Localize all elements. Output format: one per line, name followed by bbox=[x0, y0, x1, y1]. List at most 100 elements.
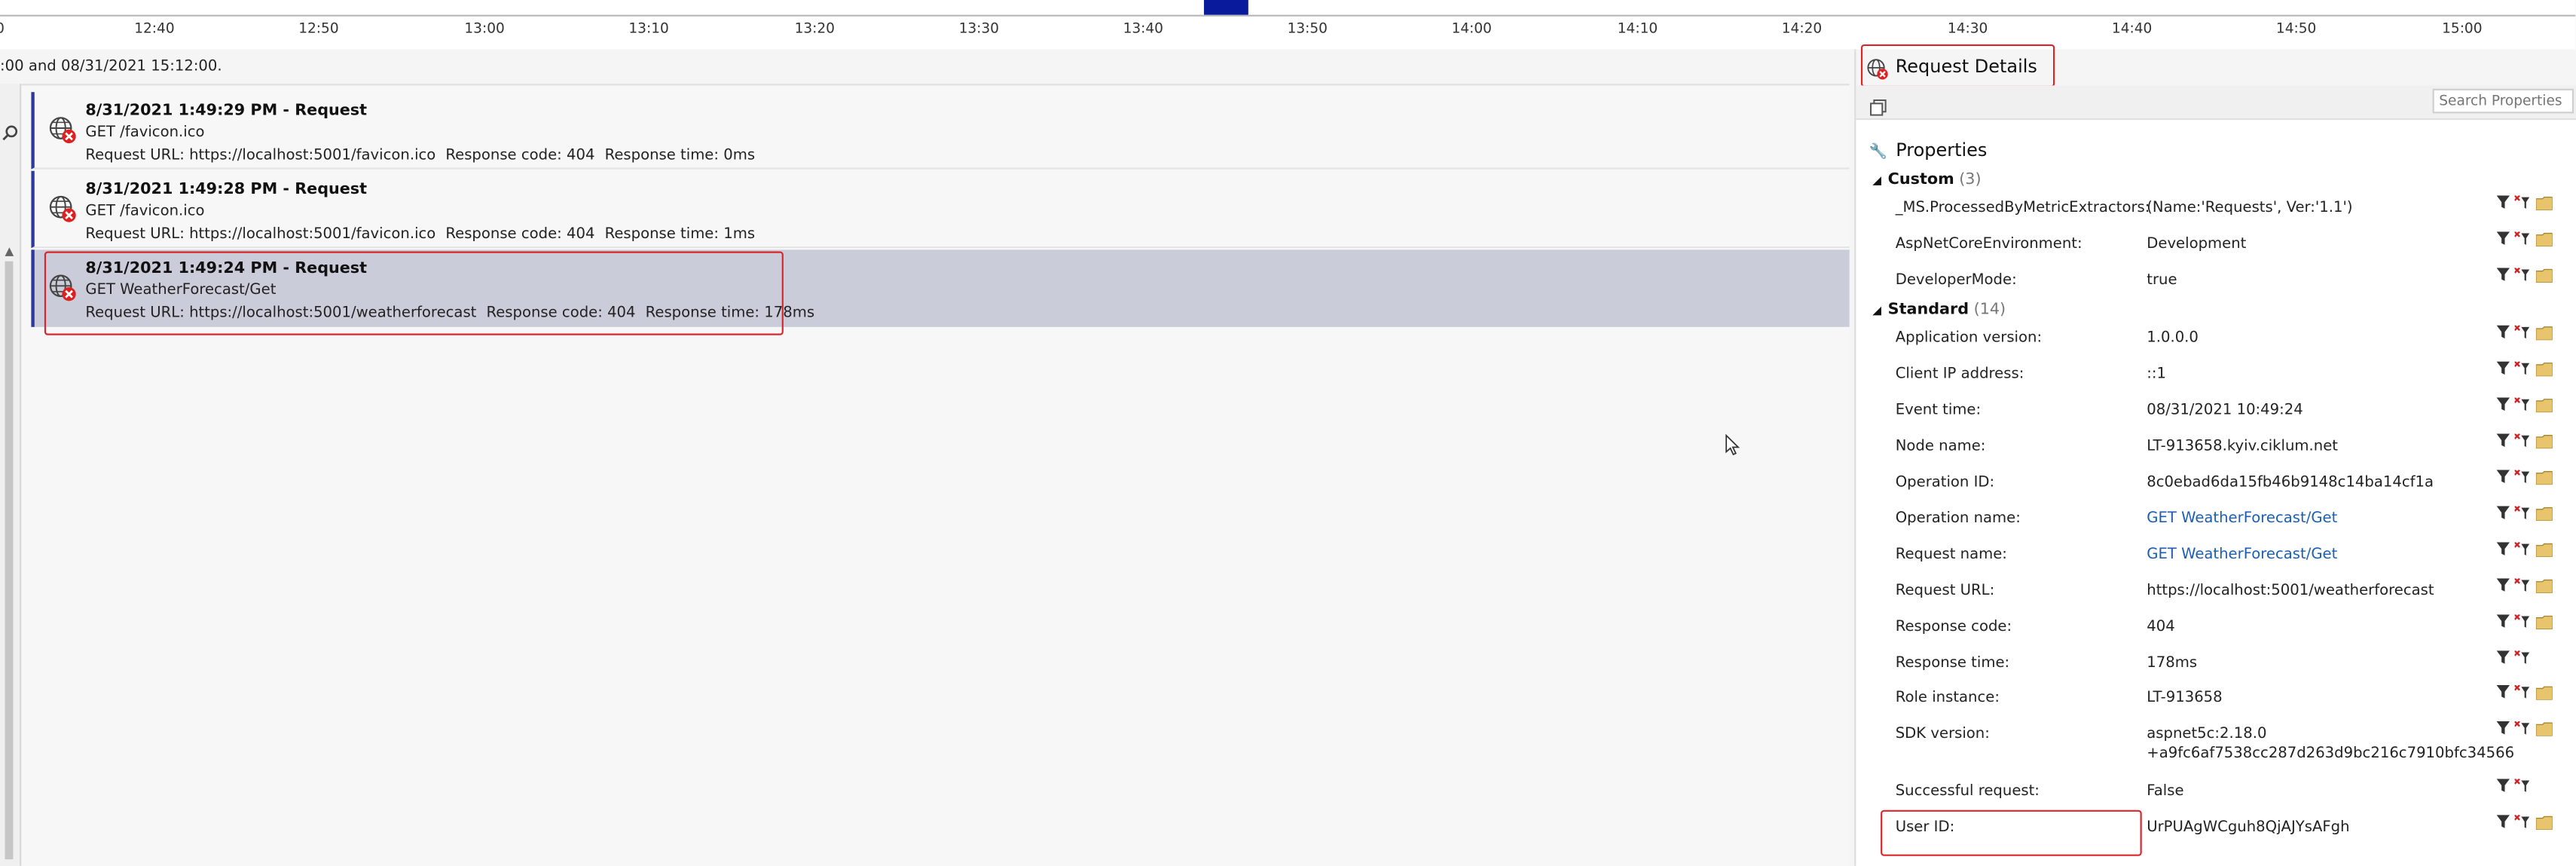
folder-icon[interactable] bbox=[2535, 506, 2553, 522]
search-icon[interactable] bbox=[2, 125, 18, 146]
filter-icon[interactable] bbox=[2496, 361, 2510, 375]
folder-icon[interactable] bbox=[2535, 434, 2553, 449]
timeline-tick: 0 bbox=[0, 21, 5, 38]
folder-icon[interactable] bbox=[2535, 362, 2553, 377]
folder-icon[interactable] bbox=[2535, 268, 2553, 283]
folder-icon[interactable] bbox=[2535, 685, 2553, 700]
folder-icon[interactable] bbox=[2535, 815, 2553, 830]
property-row[interactable]: Response time: 178ms bbox=[1856, 649, 2576, 684]
collapse-triangle-icon[interactable]: ◢ bbox=[1872, 304, 1881, 317]
exclude-filter-icon[interactable] bbox=[2514, 361, 2532, 377]
filter-icon[interactable] bbox=[2496, 397, 2510, 411]
filter-icon[interactable] bbox=[2496, 815, 2510, 828]
failed-request-globe-icon bbox=[47, 115, 77, 145]
property-row[interactable]: Request name: GET WeatherForecast/Get bbox=[1856, 540, 2576, 575]
property-value-text: 08/31/2021 10:49:24 bbox=[2147, 402, 2303, 419]
property-row[interactable]: DeveloperMode: true bbox=[1856, 266, 2576, 301]
folder-icon[interactable] bbox=[2535, 231, 2553, 246]
property-row[interactable]: SDK version: aspnet5c:2.18.0 +a9fc6af7538c… bbox=[1856, 720, 2576, 763]
filter-icon[interactable] bbox=[2496, 578, 2510, 592]
property-row[interactable]: User ID: UrPUAgWCguh8QjAJYsAFgh bbox=[1856, 813, 2576, 848]
filter-icon[interactable] bbox=[2496, 779, 2510, 792]
folder-icon[interactable] bbox=[2535, 614, 2553, 629]
property-row[interactable]: Node name: LT-913658.kyiv.ciklum.net bbox=[1856, 432, 2576, 467]
copy-icon[interactable] bbox=[1869, 92, 1887, 116]
timeline-tick: 14:00 bbox=[1451, 21, 1492, 38]
exclude-filter-icon[interactable] bbox=[2514, 325, 2532, 341]
filter-icon[interactable] bbox=[2496, 506, 2510, 519]
property-value-link[interactable]: GET WeatherForecast/Get bbox=[2147, 511, 2337, 528]
property-row[interactable]: Operation name: GET WeatherForecast/Get bbox=[1856, 504, 2576, 539]
folder-icon[interactable] bbox=[2535, 542, 2553, 558]
row-actions bbox=[2496, 649, 2576, 672]
request-list-item-selected[interactable]: 8/31/2021 1:49:24 PM - Request GET Weath… bbox=[31, 249, 1850, 327]
timeline-tick: 15:00 bbox=[2442, 21, 2483, 38]
row-actions bbox=[2496, 613, 2576, 636]
request-title: 8/31/2021 1:49:28 PM - Request bbox=[85, 180, 368, 199]
section-standard-header[interactable]: ◢ Standard (14) bbox=[1872, 301, 2006, 319]
exclude-filter-icon[interactable] bbox=[2514, 721, 2532, 736]
exclude-filter-icon[interactable] bbox=[2514, 397, 2532, 413]
search-properties-input[interactable] bbox=[2432, 88, 2574, 114]
property-row[interactable]: Event time: 08/31/2021 10:49:24 bbox=[1856, 396, 2576, 430]
property-row[interactable]: Request URL: https://localhost:5001/weath… bbox=[1856, 577, 2576, 611]
exclude-filter-icon[interactable] bbox=[2514, 433, 2532, 449]
timeline-tick: 14:20 bbox=[1781, 21, 1823, 38]
property-value-text: GET WeatherForecast/Get bbox=[2147, 546, 2338, 564]
request-details-title: Request Details bbox=[1895, 56, 2037, 78]
property-row[interactable]: Operation ID: 8c0ebad6da15fb46b9148c14ba1… bbox=[1856, 468, 2576, 503]
exclude-filter-icon[interactable] bbox=[2514, 650, 2532, 666]
property-value: ::1 bbox=[2147, 366, 2166, 383]
filter-icon[interactable] bbox=[2496, 433, 2510, 447]
filter-icon[interactable] bbox=[2496, 650, 2510, 664]
property-row[interactable]: Client IP address:::1 bbox=[1856, 360, 2576, 394]
folder-icon[interactable] bbox=[2535, 398, 2553, 413]
filter-icon[interactable] bbox=[2496, 542, 2510, 555]
timeline-selection-marker[interactable] bbox=[1203, 0, 1248, 15]
timeline-tick: 13:50 bbox=[1287, 21, 1328, 38]
filter-icon[interactable] bbox=[2496, 325, 2510, 339]
exclude-filter-icon[interactable] bbox=[2514, 542, 2532, 557]
property-row[interactable]: Application version: 1.0.0.0 bbox=[1856, 323, 2576, 358]
folder-icon[interactable] bbox=[2535, 195, 2553, 211]
folder-icon[interactable] bbox=[2535, 470, 2553, 485]
collapse-triangle-icon[interactable]: ◢ bbox=[1872, 174, 1881, 187]
exclude-filter-icon[interactable] bbox=[2514, 470, 2532, 485]
property-row[interactable]: _MS.ProcessedByMetricExtractors: (Name:'… bbox=[1856, 194, 2576, 228]
request-list-item[interactable]: 8/31/2021 1:49:29 PM - Request GET /favi… bbox=[31, 92, 1850, 170]
property-value-link[interactable]: GET WeatherForecast/Get bbox=[2147, 547, 2337, 564]
filter-icon[interactable] bbox=[2496, 195, 2510, 209]
exclude-filter-icon[interactable] bbox=[2514, 506, 2532, 521]
scroll-up-arrow-icon[interactable]: ▲ bbox=[5, 245, 14, 258]
folder-icon[interactable] bbox=[2535, 326, 2553, 341]
property-row[interactable]: Response code: 404 bbox=[1856, 613, 2576, 647]
exclude-filter-icon[interactable] bbox=[2514, 195, 2532, 210]
section-custom-header[interactable]: ◢ Custom (3) bbox=[1872, 171, 1981, 189]
vertical-scrollbar[interactable] bbox=[5, 261, 14, 860]
row-actions bbox=[2496, 396, 2576, 419]
exclude-filter-icon[interactable] bbox=[2514, 268, 2532, 283]
exclude-filter-icon[interactable] bbox=[2514, 231, 2532, 246]
property-row[interactable]: AspNetCoreEnvironment: Development bbox=[1856, 230, 2576, 265]
exclude-filter-icon[interactable] bbox=[2514, 614, 2532, 629]
exclude-filter-icon[interactable] bbox=[2514, 815, 2532, 830]
exclude-filter-icon[interactable] bbox=[2514, 578, 2532, 593]
filter-icon[interactable] bbox=[2496, 721, 2510, 735]
exclude-filter-icon[interactable] bbox=[2514, 779, 2532, 794]
request-url: Request URL: https://localhost:5001/favi… bbox=[85, 226, 436, 243]
folder-icon[interactable] bbox=[2535, 721, 2553, 736]
filter-icon[interactable] bbox=[2496, 614, 2510, 628]
property-row[interactable]: Successful request: False bbox=[1856, 777, 2576, 812]
exclude-filter-icon[interactable] bbox=[2514, 685, 2532, 700]
folder-icon[interactable] bbox=[2535, 578, 2553, 593]
filter-icon[interactable] bbox=[2496, 685, 2510, 699]
property-row[interactable]: Role instance: LT-913658 bbox=[1856, 684, 2576, 718]
property-value: https://localhost:5001/weatherforecast bbox=[2147, 583, 2434, 600]
request-list-item[interactable]: 8/31/2021 1:49:28 PM - Request GET /favi… bbox=[31, 170, 1850, 249]
left-tool-strip: ▲ bbox=[0, 84, 22, 866]
filter-icon[interactable] bbox=[2496, 268, 2510, 281]
timeline[interactable]: 0 12:40 12:50 13:00 13:10 13:20 13:30 13… bbox=[0, 0, 2576, 50]
filter-icon[interactable] bbox=[2496, 470, 2510, 483]
properties-panel: 🔧 Properties ◢ Custom (3) _MS.ProcessedByMe… bbox=[1856, 120, 2576, 866]
filter-icon[interactable] bbox=[2496, 231, 2510, 245]
